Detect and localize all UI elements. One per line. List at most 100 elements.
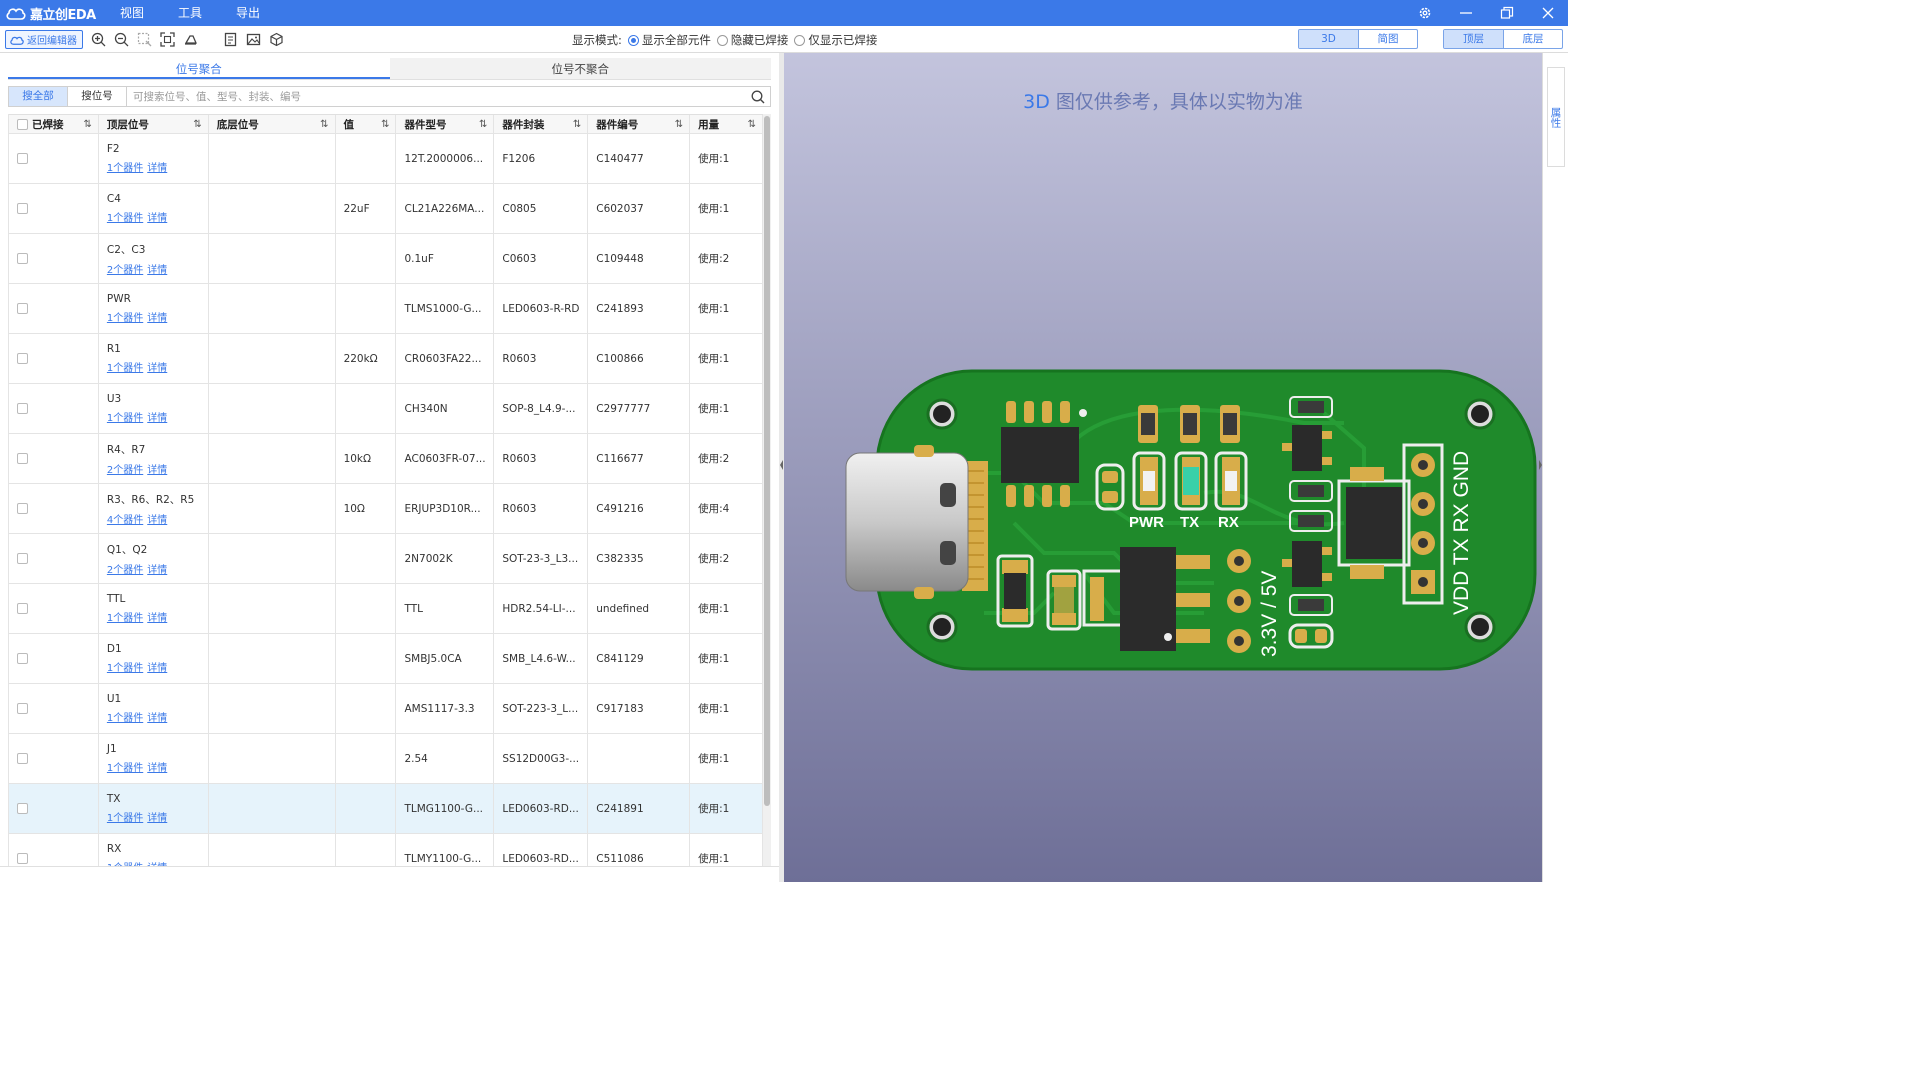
select-all-checkbox[interactable]	[17, 118, 28, 130]
component-count-link[interactable]: 1个器件	[107, 159, 143, 174]
soldered-checkbox[interactable]	[17, 503, 28, 514]
export-bom-button[interactable]	[222, 31, 239, 48]
zoom-in-button[interactable]	[90, 31, 107, 48]
component-count-link[interactable]: 2个器件	[107, 461, 143, 476]
sort-icon[interactable]: ⇅	[479, 119, 487, 130]
zoom-out-button[interactable]	[113, 31, 130, 48]
tab-ungrouped[interactable]: 位号不聚合	[389, 58, 771, 79]
tab-grouped[interactable]: 位号聚合	[8, 58, 390, 79]
details-link[interactable]: 详情	[147, 659, 167, 674]
soldered-checkbox[interactable]	[17, 853, 28, 864]
col-qty[interactable]: 用量 ⇅	[690, 115, 763, 133]
table-row[interactable]: R3、R6、R2、R5 4个器件 详情 10Ω ERJUP3D10R... R0603 C4…	[9, 484, 763, 534]
table-row[interactable]: R1 1个器件 详情 220kΩ CR0603FA22... R0603 C100866 使用…	[9, 334, 763, 384]
view-3d-button[interactable]: 3D	[1299, 30, 1358, 48]
col-package[interactable]: 器件封装 ⇅	[494, 115, 589, 133]
details-link[interactable]: 详情	[147, 461, 167, 476]
table-row[interactable]: R4、R7 2个器件 详情 10kΩ AC0603FR-07... R0603 C11667…	[9, 434, 763, 484]
bottom-layer-button[interactable]: 底层	[1503, 30, 1562, 48]
details-link[interactable]: 详情	[147, 809, 167, 824]
details-link[interactable]: 详情	[147, 511, 167, 526]
component-count-link[interactable]: 2个器件	[107, 561, 143, 576]
3d-viewer[interactable]: 3D 图仅供参考，具体以实物为准 PWR TX RX VDD TX RX GND…	[784, 53, 1542, 882]
search-all-button[interactable]: 搜全部	[9, 87, 68, 106]
table-row[interactable]: D1 1个器件 详情 SMBJ5.0CA SMB_L4.6-W... C841129 使用:…	[9, 634, 763, 684]
minimize-button[interactable]	[1446, 0, 1486, 26]
soldered-checkbox[interactable]	[17, 303, 28, 314]
table-row[interactable]: TTL 1个器件 详情 TTL HDR2.54-LI-... undefined 使用:1	[9, 584, 763, 634]
component-count-link[interactable]: 1个器件	[107, 359, 143, 374]
details-link[interactable]: 详情	[147, 209, 167, 224]
component-count-link[interactable]: 1个器件	[107, 709, 143, 724]
soldered-checkbox[interactable]	[17, 353, 28, 364]
table-row[interactable]: Q1、Q2 2个器件 详情 2N7002K SOT-23-3_L3... C382335 使…	[9, 534, 763, 584]
details-link[interactable]: 详情	[147, 709, 167, 724]
soldered-checkbox[interactable]	[17, 703, 28, 714]
component-count-link[interactable]: 1个器件	[107, 659, 143, 674]
component-count-link[interactable]: 1个器件	[107, 209, 143, 224]
sort-icon[interactable]: ⇅	[573, 119, 581, 130]
details-link[interactable]: 详情	[147, 359, 167, 374]
component-count-link[interactable]: 4个器件	[107, 511, 143, 526]
component-count-link[interactable]: 1个器件	[107, 309, 143, 324]
table-row[interactable]: RX 1个器件详情 TLMY1100-G...LED0603-RD...C51108…	[9, 834, 763, 866]
sort-icon[interactable]: ⇅	[381, 119, 389, 130]
col-soldered[interactable]: 已焊接 ⇅	[9, 115, 99, 133]
col-bottom-ref[interactable]: 底层位号 ⇅	[209, 115, 336, 133]
view-schematic-button[interactable]: 简图	[1358, 30, 1417, 48]
eraser-button[interactable]	[182, 31, 199, 48]
table-row[interactable]: F2 1个器件 详情 12T.2000006... F1206 C140477 使用:1	[9, 134, 763, 184]
table-row[interactable]: C2、C3 2个器件 详情 0.1uF C0603 C109448 使用:2	[9, 234, 763, 284]
details-link[interactable]: 详情	[147, 409, 167, 424]
details-link[interactable]: 详情	[147, 609, 167, 624]
scrollbar-thumb[interactable]	[764, 116, 770, 806]
menu-export[interactable]: 导出	[236, 0, 272, 26]
soldered-checkbox[interactable]	[17, 253, 28, 264]
table-row[interactable]: C4 1个器件 详情 22uF CL21A226MA... C0805 C602037 使用:…	[9, 184, 763, 234]
3d-model-button[interactable]	[268, 31, 285, 48]
soldered-checkbox[interactable]	[17, 403, 28, 414]
fit-view-button[interactable]	[159, 31, 176, 48]
menu-tools[interactable]: 工具	[178, 0, 214, 26]
zoom-area-button[interactable]	[136, 31, 153, 48]
radio-show-all[interactable]: 显示全部元件	[627, 32, 711, 48]
soldered-checkbox[interactable]	[17, 553, 28, 564]
back-to-editor-button[interactable]: 返回编辑器	[5, 30, 83, 49]
soldered-checkbox[interactable]	[17, 753, 28, 764]
table-row[interactable]: TX 1个器件 详情 TLMG1100-G... LED0603-RD... C24189…	[9, 784, 763, 834]
sort-icon[interactable]: ⇅	[193, 119, 201, 130]
sort-icon[interactable]: ⇅	[83, 119, 91, 130]
table-row[interactable]: U3 1个器件 详情 CH340N SOP-8_L4.9-... C2977777 使用:1	[9, 384, 763, 434]
sort-icon[interactable]: ⇅	[320, 119, 328, 130]
col-code[interactable]: 器件编号 ⇅	[588, 115, 691, 133]
col-value[interactable]: 值 ⇅	[336, 115, 397, 133]
restore-button[interactable]	[1487, 0, 1527, 26]
component-count-link[interactable]: 1个器件	[107, 859, 143, 866]
details-link[interactable]: 详情	[147, 759, 167, 774]
menu-view[interactable]: 视图	[120, 0, 156, 26]
soldered-checkbox[interactable]	[17, 803, 28, 814]
image-export-button[interactable]	[245, 31, 262, 48]
component-count-link[interactable]: 1个器件	[107, 759, 143, 774]
table-row[interactable]: U1 1个器件 详情 AMS1117-3.3 SOT-223-3_L... C917183…	[9, 684, 763, 734]
properties-tab[interactable]: 属性	[1547, 67, 1565, 167]
sort-icon[interactable]: ⇅	[675, 119, 683, 130]
settings-button[interactable]	[1405, 0, 1445, 26]
table-scrollbar[interactable]	[763, 114, 771, 866]
sort-icon[interactable]: ⇅	[748, 119, 756, 130]
details-link[interactable]: 详情	[147, 261, 167, 276]
details-link[interactable]: 详情	[147, 159, 167, 174]
details-link[interactable]: 详情	[147, 859, 167, 866]
component-count-link[interactable]: 2个器件	[107, 261, 143, 276]
col-model[interactable]: 器件型号 ⇅	[396, 115, 495, 133]
component-count-link[interactable]: 1个器件	[107, 409, 143, 424]
col-top-ref[interactable]: 顶层位号 ⇅	[99, 115, 209, 133]
top-layer-button[interactable]: 顶层	[1444, 30, 1503, 48]
soldered-checkbox[interactable]	[17, 603, 28, 614]
radio-only-soldered[interactable]: 仅显示已焊接	[794, 32, 877, 48]
search-ref-button[interactable]: 搜位号	[68, 87, 127, 106]
soldered-checkbox[interactable]	[17, 653, 28, 664]
component-count-link[interactable]: 1个器件	[107, 609, 143, 624]
table-row[interactable]: PWR 1个器件 详情 TLMS1000-G... LED0603-R-RD C24189…	[9, 284, 763, 334]
soldered-checkbox[interactable]	[17, 453, 28, 464]
